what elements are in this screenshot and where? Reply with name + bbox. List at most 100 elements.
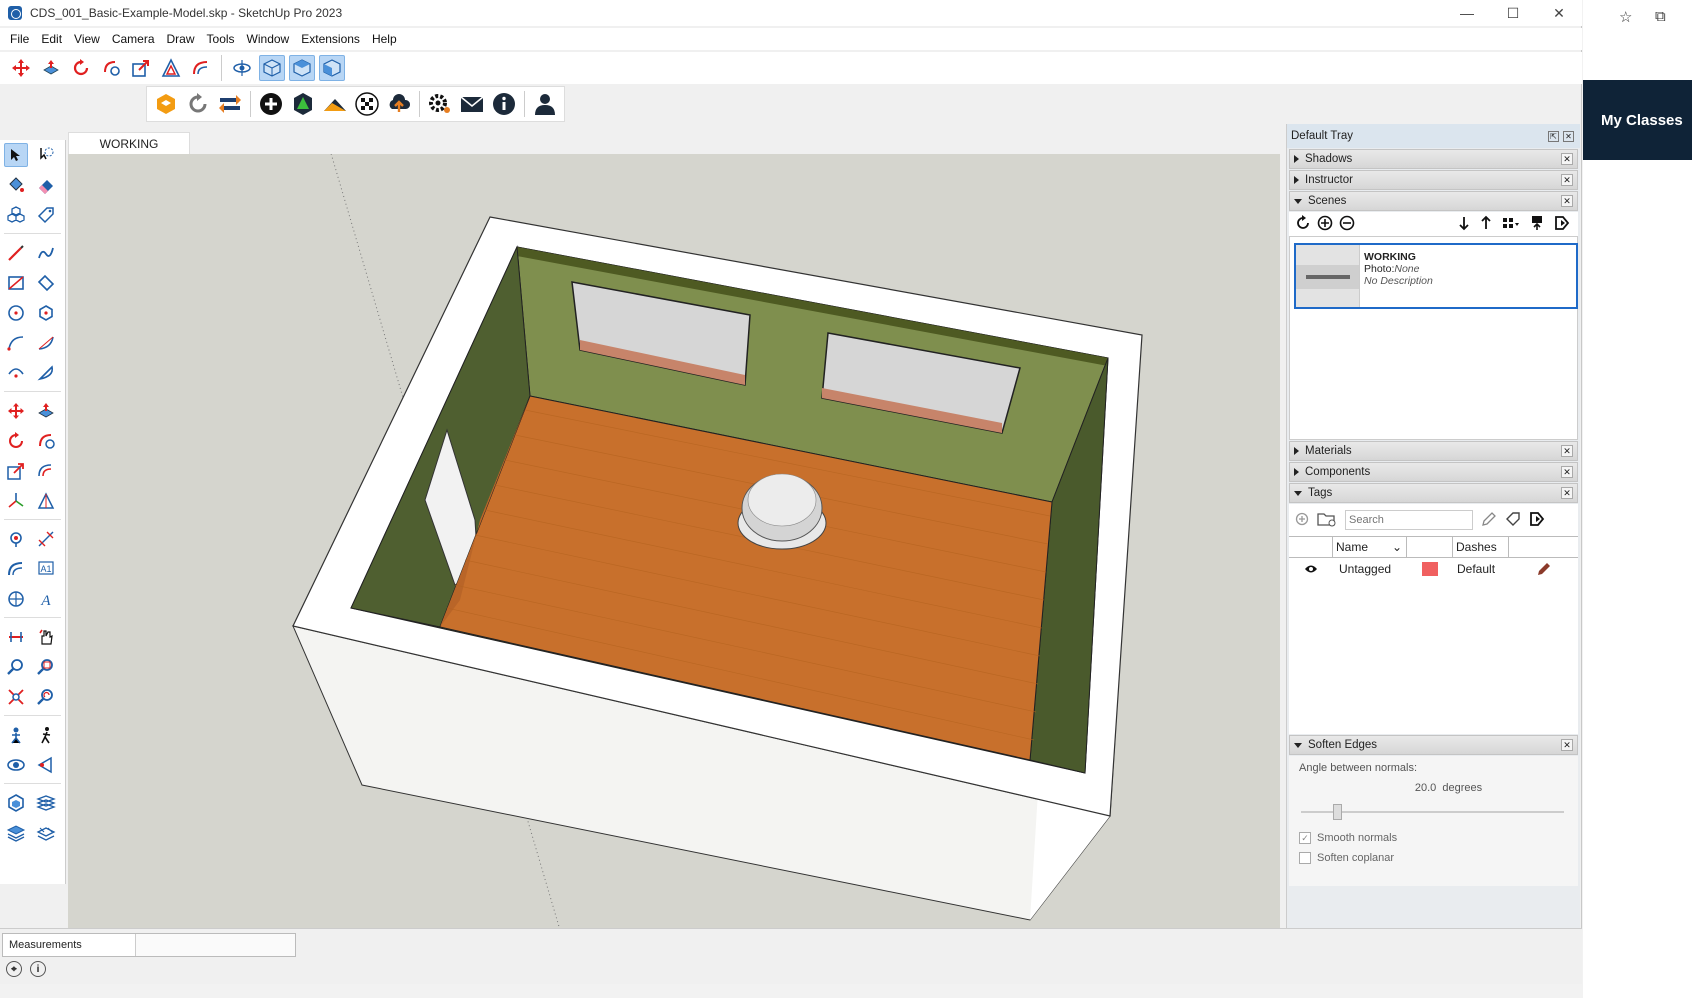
walk-position-icon[interactable] [4, 723, 28, 747]
tree-icon[interactable] [288, 89, 318, 119]
add-location-icon[interactable] [256, 89, 286, 119]
arc-icon[interactable] [4, 331, 28, 355]
look-around-icon[interactable] [4, 753, 28, 777]
pan-icon[interactable] [34, 625, 58, 649]
close-icon[interactable]: ✕ [1561, 487, 1573, 499]
tag-color-swatch[interactable] [1407, 562, 1453, 576]
zoom-window-icon[interactable] [34, 655, 58, 679]
tags-search-input[interactable] [1345, 510, 1473, 530]
info-icon[interactable] [489, 89, 519, 119]
select-icon[interactable] [4, 143, 28, 167]
checkbox-checked-icon[interactable]: ✓ [1299, 832, 1311, 844]
view-options-icon[interactable] [1502, 215, 1520, 234]
checkbox-unchecked-icon[interactable] [1299, 852, 1311, 864]
follow-me-tool-icon[interactable] [34, 429, 58, 453]
close-icon[interactable]: ✕ [1561, 445, 1573, 457]
menu-tools[interactable]: Tools [201, 32, 241, 46]
scene-item-working[interactable]: WORKING Photo:None No Description [1294, 243, 1578, 309]
rectangle-icon[interactable] [4, 271, 28, 295]
refresh-icon[interactable] [183, 89, 213, 119]
rotate-tool-icon[interactable] [4, 429, 28, 453]
smooth-normals-checkbox[interactable]: ✓ Smooth normals [1299, 832, 1568, 844]
tag-tools-icon[interactable] [1505, 511, 1521, 530]
move-tool-icon[interactable] [4, 399, 28, 423]
collections-icon[interactable]: ⧉ [1655, 8, 1673, 26]
orbit-icon[interactable] [229, 55, 255, 81]
3d-text-icon[interactable]: A [34, 587, 58, 611]
add-scene-icon[interactable] [1317, 215, 1333, 234]
tag-icon[interactable] [34, 203, 58, 227]
advanced-camera-icon[interactable] [34, 753, 58, 777]
checker-icon[interactable] [352, 89, 382, 119]
zoom-icon[interactable] [4, 655, 28, 679]
tag-dashes[interactable]: Default [1453, 562, 1509, 576]
previous-view-icon[interactable] [34, 685, 58, 709]
pin-icon[interactable]: ⇱ [1548, 130, 1559, 142]
close-icon[interactable]: ✕ [1561, 174, 1573, 186]
line-icon[interactable] [4, 241, 28, 265]
layers-icon[interactable] [4, 821, 28, 845]
freehand-icon[interactable] [34, 241, 58, 265]
push-pull-tool-icon[interactable] [34, 399, 58, 423]
polygon-icon[interactable] [34, 301, 58, 325]
rotate-icon[interactable] [68, 55, 94, 81]
soften-coplanar-checkbox[interactable]: Soften coplanar [1299, 852, 1568, 864]
offset-icon[interactable] [158, 55, 184, 81]
my-classes-link[interactable]: My Classes [1583, 80, 1692, 160]
close-button[interactable]: ✕ [1536, 0, 1582, 26]
menu-window[interactable]: Window [241, 32, 296, 46]
scale-tool-icon[interactable] [4, 459, 28, 483]
tape-measure-icon[interactable] [4, 557, 28, 581]
mail-icon[interactable] [457, 89, 487, 119]
extension-warehouse-icon[interactable] [151, 89, 181, 119]
component-icon[interactable] [4, 203, 28, 227]
sandbox-icon[interactable] [320, 89, 350, 119]
eraser-icon[interactable] [34, 173, 58, 197]
dimension-icon[interactable] [34, 527, 58, 551]
menu-draw[interactable]: Draw [161, 32, 201, 46]
tags-details-icon[interactable] [1529, 511, 1545, 530]
move-icon[interactable] [8, 55, 34, 81]
two-point-arc-icon[interactable] [34, 331, 58, 355]
panel-materials[interactable]: Materials ✕ [1289, 441, 1578, 461]
section-plane-icon[interactable] [4, 625, 28, 649]
close-icon[interactable]: ✕ [1561, 195, 1573, 207]
minimize-button[interactable]: — [1444, 0, 1490, 26]
position-camera-icon[interactable] [4, 527, 28, 551]
thumbnail-icon[interactable] [1530, 215, 1544, 234]
menu-extensions[interactable]: Extensions [295, 32, 366, 46]
close-icon[interactable]: ✕ [1561, 153, 1573, 165]
remove-scene-icon[interactable] [1339, 215, 1355, 234]
panel-instructor[interactable]: Instructor ✕ [1289, 170, 1578, 190]
text-icon[interactable]: A1 [34, 557, 58, 581]
angle-slider[interactable] [1299, 804, 1568, 820]
offset-tool-icon[interactable] [34, 459, 58, 483]
panel-tags[interactable]: Tags ✕ [1289, 483, 1578, 503]
slider-thumb[interactable] [1333, 804, 1342, 820]
favorites-icon[interactable]: ☆ [1619, 8, 1637, 26]
close-icon[interactable]: ✕ [1561, 739, 1573, 751]
close-icon[interactable]: ✕ [1561, 466, 1573, 478]
scale-icon[interactable] [128, 55, 154, 81]
solid-tools-icon[interactable] [4, 791, 28, 815]
sandbox-contours-icon[interactable] [34, 791, 58, 815]
panel-shadows[interactable]: Shadows ✕ [1289, 149, 1578, 169]
panel-scenes[interactable]: Scenes ✕ [1289, 191, 1578, 211]
eye-icon[interactable] [1289, 564, 1333, 574]
update-scene-icon[interactable] [1295, 214, 1311, 234]
panel-soften-edges[interactable]: Soften Edges ✕ [1289, 735, 1578, 755]
move-scene-up-icon[interactable] [1480, 215, 1492, 234]
iso-view-icon[interactable] [259, 55, 285, 81]
protractor-icon[interactable] [34, 489, 58, 513]
settings-icon[interactable] [425, 89, 455, 119]
geo-location-icon[interactable]: ⌖ [6, 961, 22, 977]
pie-icon[interactable] [34, 361, 58, 385]
table-row[interactable]: Untagged Default [1289, 558, 1578, 580]
measurements-input[interactable] [135, 934, 295, 956]
move-scene-down-icon[interactable] [1458, 215, 1470, 234]
front-view-icon[interactable] [319, 55, 345, 81]
tray-close-icon[interactable]: ✕ [1563, 130, 1574, 142]
walk-icon[interactable] [34, 723, 58, 747]
maximize-button[interactable]: ☐ [1490, 0, 1536, 26]
transfer-icon[interactable] [215, 89, 245, 119]
